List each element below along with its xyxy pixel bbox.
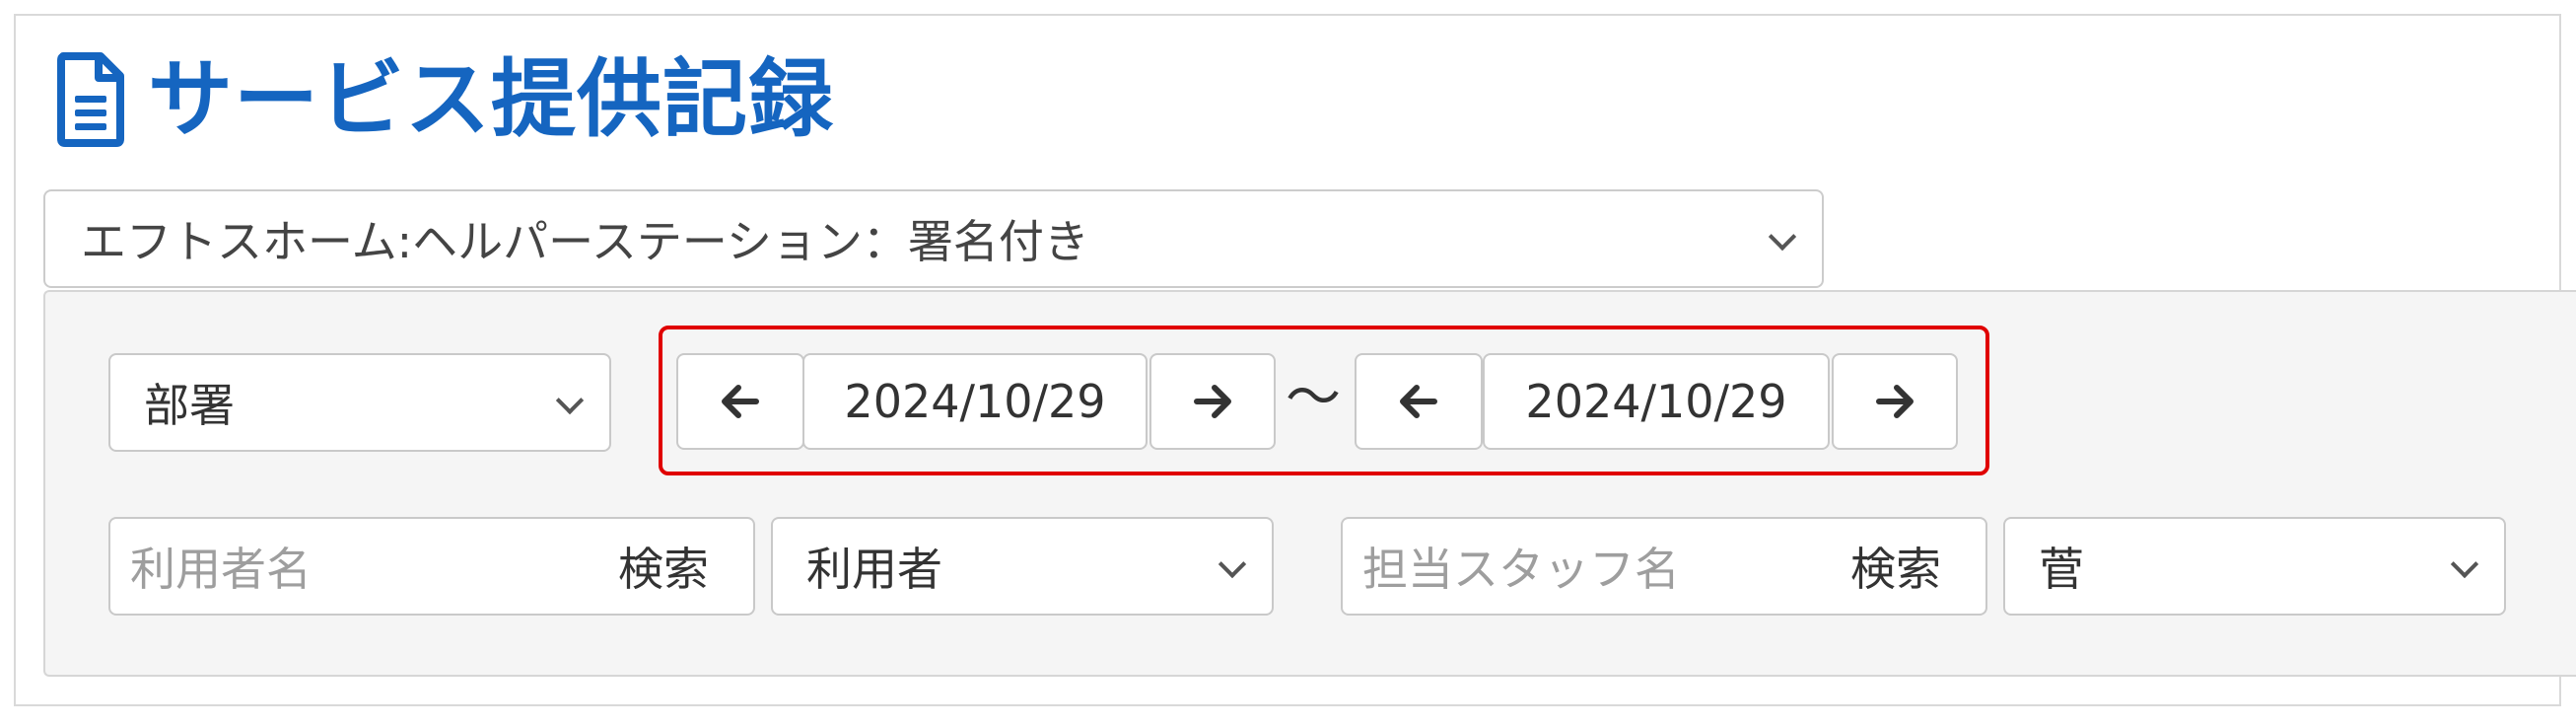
user-select-value: 利用者 [806,543,942,596]
chevron-down-icon [555,386,585,415]
user-select[interactable]: 利用者 [771,517,1274,616]
end-date-prev-button[interactable] [1355,353,1483,450]
end-date-value: 2024/10/29 [1525,375,1787,428]
staff-name-search-input[interactable]: 担当スタッフ名 [1341,517,1808,616]
arrow-right-icon [1876,385,1914,418]
staff-name-placeholder: 担当スタッフ名 [1362,543,1680,596]
user-search-button-label: 検索 [618,543,709,596]
chevron-down-icon [1768,222,1797,252]
user-search-button[interactable]: 検索 [574,517,755,616]
chevron-down-icon [1218,549,1247,579]
staff-search-button-label: 検索 [1850,543,1941,596]
office-select-value: エフトスホーム:ヘルパーステーション：署名付き [81,215,1089,268]
staff-select-value: 菅 [2039,543,2084,596]
date-range-separator: ～ [1286,366,1341,430]
arrow-right-icon [1194,385,1231,418]
start-date-next-button[interactable] [1149,353,1276,450]
arrow-left-icon [1400,385,1437,418]
date-range-group: 2024/10/29 ～ 2024/10/29 [659,326,1989,475]
page-header: サービス提供記録 [55,45,834,154]
staff-select[interactable]: 菅 [2003,517,2506,616]
start-date-input[interactable]: 2024/10/29 [802,353,1148,450]
page-frame: サービス提供記録 エフトスホーム:ヘルパーステーション：署名付き 部署 2024… [14,14,2576,706]
page-title: サービス提供記録 [148,50,834,149]
department-select[interactable]: 部署 [108,353,611,452]
document-icon [57,52,124,147]
filter-panel: 部署 2024/10/29 ～ 2024/10/29 利用者名 検索 利用者 担… [43,290,2576,677]
end-date-next-button[interactable] [1832,353,1958,450]
office-select[interactable]: エフトスホーム:ヘルパーステーション：署名付き [43,189,1824,288]
start-date-value: 2024/10/29 [844,375,1106,428]
end-date-input[interactable]: 2024/10/29 [1483,353,1830,450]
arrow-left-icon [722,385,759,418]
department-select-value: 部署 [144,379,235,432]
user-name-search-input[interactable]: 利用者名 [108,517,576,616]
chevron-down-icon [2450,549,2479,579]
user-name-placeholder: 利用者名 [130,543,312,596]
staff-search-button[interactable]: 検索 [1806,517,1987,616]
start-date-prev-button[interactable] [676,353,804,450]
